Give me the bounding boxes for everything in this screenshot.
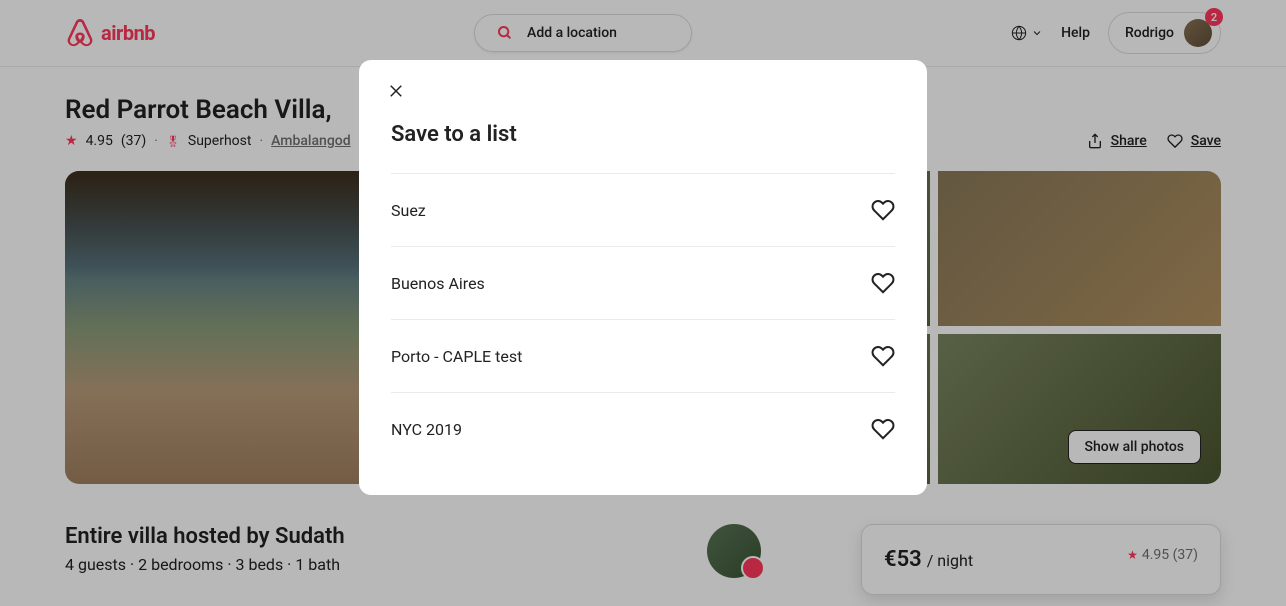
modal-title: Save to a list (359, 82, 927, 173)
heart-icon[interactable] (871, 198, 895, 222)
heart-icon[interactable] (871, 271, 895, 295)
save-modal: Save to a list Suez Buenos Aires Porto -… (359, 60, 927, 495)
list-name: NYC 2019 (391, 420, 462, 439)
close-icon (387, 82, 405, 100)
list-name: Buenos Aires (391, 274, 485, 293)
list-name: Suez (391, 201, 426, 220)
list-name: Porto - CAPLE test (391, 347, 522, 366)
list-item[interactable]: NYC 2019 (391, 392, 895, 465)
list-item[interactable]: Porto - CAPLE test (391, 319, 895, 392)
heart-icon[interactable] (871, 417, 895, 441)
modal-list[interactable]: Suez Buenos Aires Porto - CAPLE test NYC… (359, 173, 927, 495)
heart-icon[interactable] (871, 344, 895, 368)
close-button[interactable] (387, 82, 405, 104)
modal-overlay[interactable]: Save to a list Suez Buenos Aires Porto -… (0, 0, 1286, 606)
list-item[interactable]: Suez (391, 173, 895, 246)
list-item[interactable]: Buenos Aires (391, 246, 895, 319)
